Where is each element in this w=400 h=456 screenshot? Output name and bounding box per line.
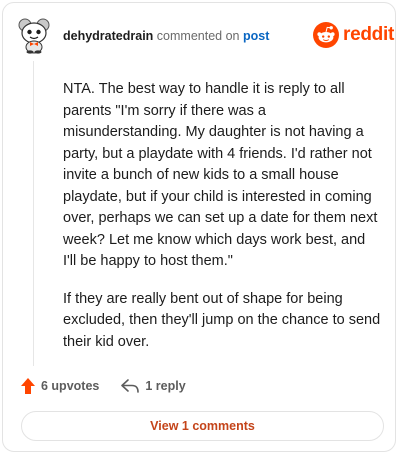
reply-button[interactable]: 1 reply xyxy=(121,379,186,393)
snoo-avatar-icon[interactable] xyxy=(17,16,51,54)
reply-count: 1 reply xyxy=(145,379,186,393)
reddit-logo[interactable]: reddit xyxy=(313,22,394,48)
comment-actions: 6 upvotes 1 reply xyxy=(21,376,186,396)
reddit-wordmark: reddit xyxy=(343,24,394,45)
comment-card: dehydratedrain commented on post reddit … xyxy=(2,2,396,452)
upvote-count: 6 upvotes xyxy=(41,379,100,393)
comment-body: NTA. The best way to handle it is reply … xyxy=(63,79,381,369)
comment-paragraph: If they are really bent out of shape for… xyxy=(63,290,381,350)
username-link[interactable]: dehydratedrain xyxy=(63,29,153,43)
view-comments-button[interactable]: View 1 comments xyxy=(21,411,384,441)
comment-header: dehydratedrain commented on post xyxy=(63,28,269,44)
reply-arrow-icon xyxy=(121,379,140,393)
commented-on-text: commented on xyxy=(156,29,240,43)
upvote-button[interactable]: 6 upvotes xyxy=(21,378,99,394)
post-link[interactable]: post xyxy=(243,29,269,43)
thread-line xyxy=(33,61,34,366)
upvote-arrow-icon xyxy=(21,378,35,394)
comment-paragraph: NTA. The best way to handle it is reply … xyxy=(63,81,378,269)
reddit-logo-icon xyxy=(313,22,339,48)
